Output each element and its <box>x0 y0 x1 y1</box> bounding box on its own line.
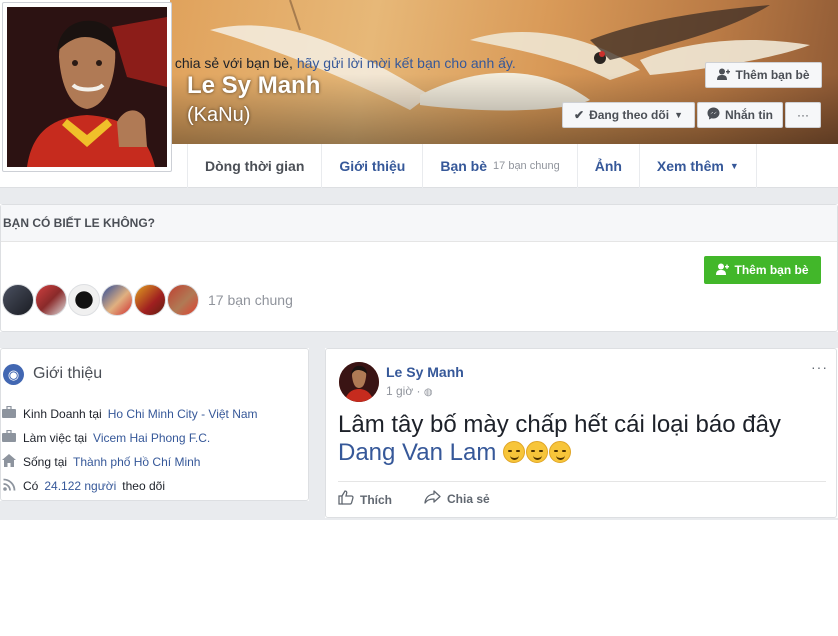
share-button[interactable]: Chia sẻ <box>424 490 490 508</box>
caret-down-icon: ▼ <box>729 161 739 171</box>
briefcase-icon <box>1 429 17 445</box>
post-mention-link[interactable]: Dang Van Lam <box>338 439 496 466</box>
add-friend-label: Thêm bạn bè <box>735 68 810 82</box>
tab-about[interactable]: Giới thiệu <box>322 144 424 188</box>
avatar[interactable] <box>68 284 100 316</box>
add-person-icon <box>717 68 731 83</box>
intro-title: Giới thiệu <box>33 365 103 382</box>
tab-friends[interactable]: Bạn bè 17 bạn chung <box>423 144 578 188</box>
add-friend-green-label: Thêm bạn bè <box>734 263 809 277</box>
profile-tabs: Dòng thời gian Giới thiệu Bạn bè 17 bạn … <box>187 144 757 188</box>
intro-row-followers: Có 24.122 người theo dõi <box>1 478 165 494</box>
messenger-icon <box>707 107 720 123</box>
avatar[interactable] <box>35 284 67 316</box>
gap-strip <box>325 518 838 520</box>
smirk-emoji-icon <box>503 441 525 463</box>
tab-photos[interactable]: Ảnh <box>578 144 640 188</box>
profile-alt-name: (KaNu) <box>187 104 251 126</box>
tab-friends-mutual-count: 17 bạn chung <box>493 160 560 172</box>
avatar[interactable] <box>167 284 199 316</box>
check-icon: ✔ <box>574 108 585 122</box>
intro-followers-prefix: Có <box>23 479 39 493</box>
gap-strip <box>0 501 309 520</box>
post-body: Lâm tây bố mày chấp hết cái loại báo đây… <box>338 411 818 467</box>
tab-timeline[interactable]: Dòng thời gian <box>188 144 323 188</box>
intro-row-business: Kinh Doanh tại Ho Chi Minh City - Việt N… <box>1 405 258 421</box>
intro-business-prefix: Kinh Doanh tại <box>23 406 102 421</box>
globe-icon: ◍ <box>423 387 433 398</box>
gap-strip <box>0 188 838 204</box>
add-friend-green-button[interactable]: Thêm bạn bè <box>704 256 821 284</box>
send-request-link[interactable]: hãy gửi lời mời kết bạn cho anh ấy. <box>297 55 516 71</box>
intro-lives-prefix: Sống tại <box>23 455 68 469</box>
intro-followers-link[interactable]: 24.122 người <box>44 479 116 493</box>
tab-friends-label: Bạn bè <box>440 158 488 174</box>
share-arrow-icon <box>424 490 441 508</box>
intro-row-work: Làm việc tại Vicem Hai Phong F.C. <box>1 429 210 445</box>
profile-picture[interactable] <box>2 2 172 172</box>
avatar[interactable] <box>134 284 166 316</box>
mutual-friends-avatars <box>2 284 199 316</box>
following-button[interactable]: ✔ Đang theo dõi ▼ <box>562 102 695 128</box>
like-button[interactable]: Thích <box>338 490 392 509</box>
intro-work-link[interactable]: Vicem Hai Phong F.C. <box>93 431 210 445</box>
tab-photos-label: Ảnh <box>594 158 622 174</box>
smirk-emoji-icon <box>526 441 548 463</box>
profile-name[interactable]: Le Sy Manh <box>187 72 320 100</box>
home-icon <box>1 454 17 470</box>
post-author-avatar[interactable] <box>339 362 379 402</box>
post-time-label: 1 giờ · <box>386 384 421 398</box>
message-button[interactable]: Nhắn tin <box>697 102 783 128</box>
profile-photo <box>7 7 167 167</box>
rss-icon <box>1 478 17 494</box>
post-divider <box>338 481 826 482</box>
post-text: Lâm tây bố mày chấp hết cái loại báo đây <box>338 411 781 438</box>
post-timestamp[interactable]: 1 giờ · ◍ <box>386 384 433 398</box>
gap-strip <box>309 348 325 520</box>
intro-lives-link[interactable]: Thành phố Hồ Chí Minh <box>73 455 200 469</box>
more-options-label: ··· <box>797 108 809 122</box>
message-label: Nhắn tin <box>725 108 773 122</box>
tab-about-label: Giới thiệu <box>339 158 406 174</box>
avatar[interactable] <box>2 284 34 316</box>
post-options-button[interactable]: ··· <box>811 359 828 375</box>
add-person-icon <box>716 263 730 278</box>
intro-business-link[interactable]: Ho Chi Minh City - Việt Nam <box>108 407 258 421</box>
more-options-button[interactable]: ··· <box>785 102 821 128</box>
mutual-friends-count[interactable]: 17 bạn chung <box>208 292 293 308</box>
avatar[interactable] <box>101 284 133 316</box>
intro-card: ◉ Giới thiệu Kinh Doanh tại Ho Chi Minh … <box>0 348 309 501</box>
tab-more[interactable]: Xem thêm ▼ <box>640 144 757 188</box>
like-label: Thích <box>360 492 392 507</box>
following-label: Đang theo dõi <box>589 108 670 122</box>
tab-more-label: Xem thêm <box>656 158 724 174</box>
add-friend-button[interactable]: Thêm bạn bè <box>705 62 822 88</box>
thumbs-up-icon <box>338 490 354 509</box>
post-card: Le Sy Manh 1 giờ · ◍ ··· Lâm tây bố mày … <box>325 348 837 518</box>
intro-work-prefix: Làm việc tại <box>23 430 88 445</box>
tab-timeline-label: Dòng thời gian <box>205 158 305 174</box>
post-author-name[interactable]: Le Sy Manh <box>386 364 464 380</box>
smirk-emoji-icon <box>549 441 571 463</box>
globe-icon: ◉ <box>3 364 24 385</box>
caret-down-icon: ▼ <box>674 110 683 120</box>
briefcase-icon <box>1 405 17 421</box>
do-you-know-heading: BẠN CÓ BIẾT LE KHÔNG? <box>1 205 837 242</box>
share-label: Chia sẻ <box>447 492 490 506</box>
intro-row-lives: Sống tại Thành phố Hồ Chí Minh <box>1 454 200 470</box>
gap-strip <box>0 332 838 348</box>
intro-followers-suffix: theo dõi <box>122 479 165 493</box>
